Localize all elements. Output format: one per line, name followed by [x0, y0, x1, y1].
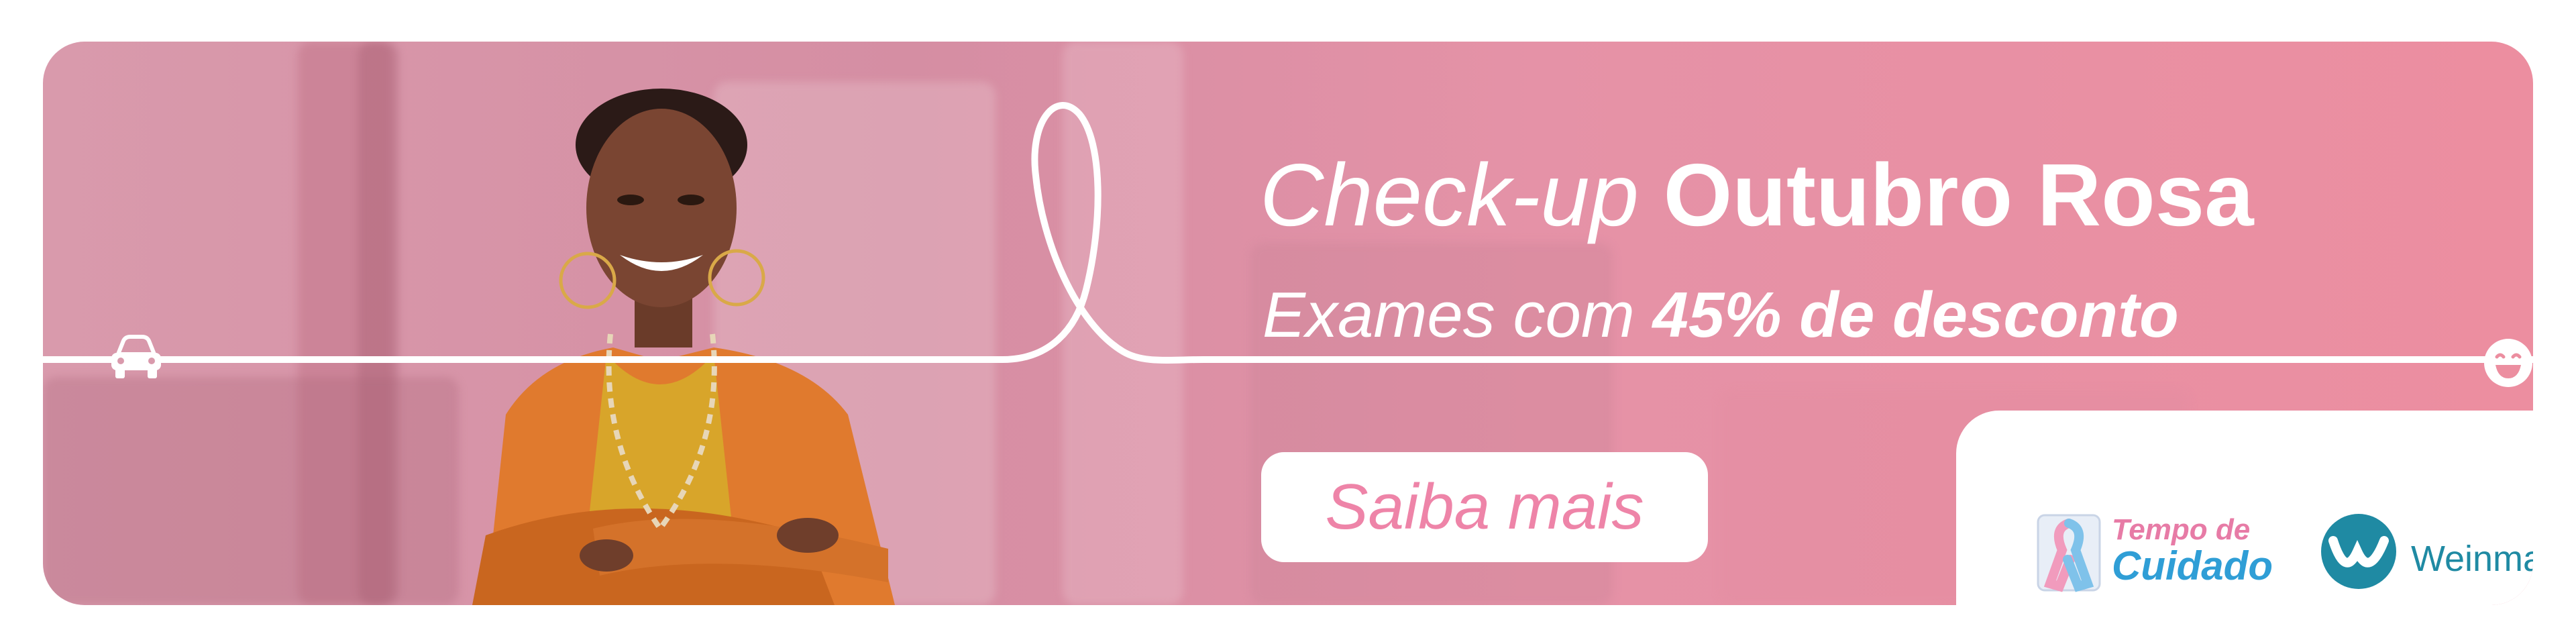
- tempo-line1: Tempo de: [2112, 513, 2251, 546]
- subheadline-light: Exames com: [1263, 279, 1653, 351]
- car-icon: [111, 335, 161, 378]
- subheadline-bold: 45% de desconto: [1652, 279, 2179, 351]
- promo-banner[interactable]: Check-up Outubro Rosa Exames com 45% de …: [43, 42, 2533, 605]
- tempo-line2: Cuidado: [2112, 543, 2273, 588]
- smile-icon: [2484, 339, 2532, 387]
- saiba-mais-button[interactable]: Saiba mais: [1261, 452, 1708, 562]
- weinmann-logo[interactable]: Weinmann: [2318, 511, 2533, 598]
- pink-blue-ribbon-icon: [2037, 514, 2101, 592]
- headline-light: Check-up: [1260, 146, 1664, 244]
- headline-bold: Outubro Rosa: [1663, 146, 2254, 244]
- weinmann-w-icon: [2321, 514, 2396, 589]
- headline: Check-up Outubro Rosa: [1260, 145, 2254, 246]
- subheadline: Exames com 45% de desconto: [1263, 278, 2179, 353]
- weinmann-wordmark: Weinmann: [2411, 539, 2533, 579]
- tempo-de-cuidado-logo[interactable]: Tempo de Cuidado: [2035, 508, 2317, 602]
